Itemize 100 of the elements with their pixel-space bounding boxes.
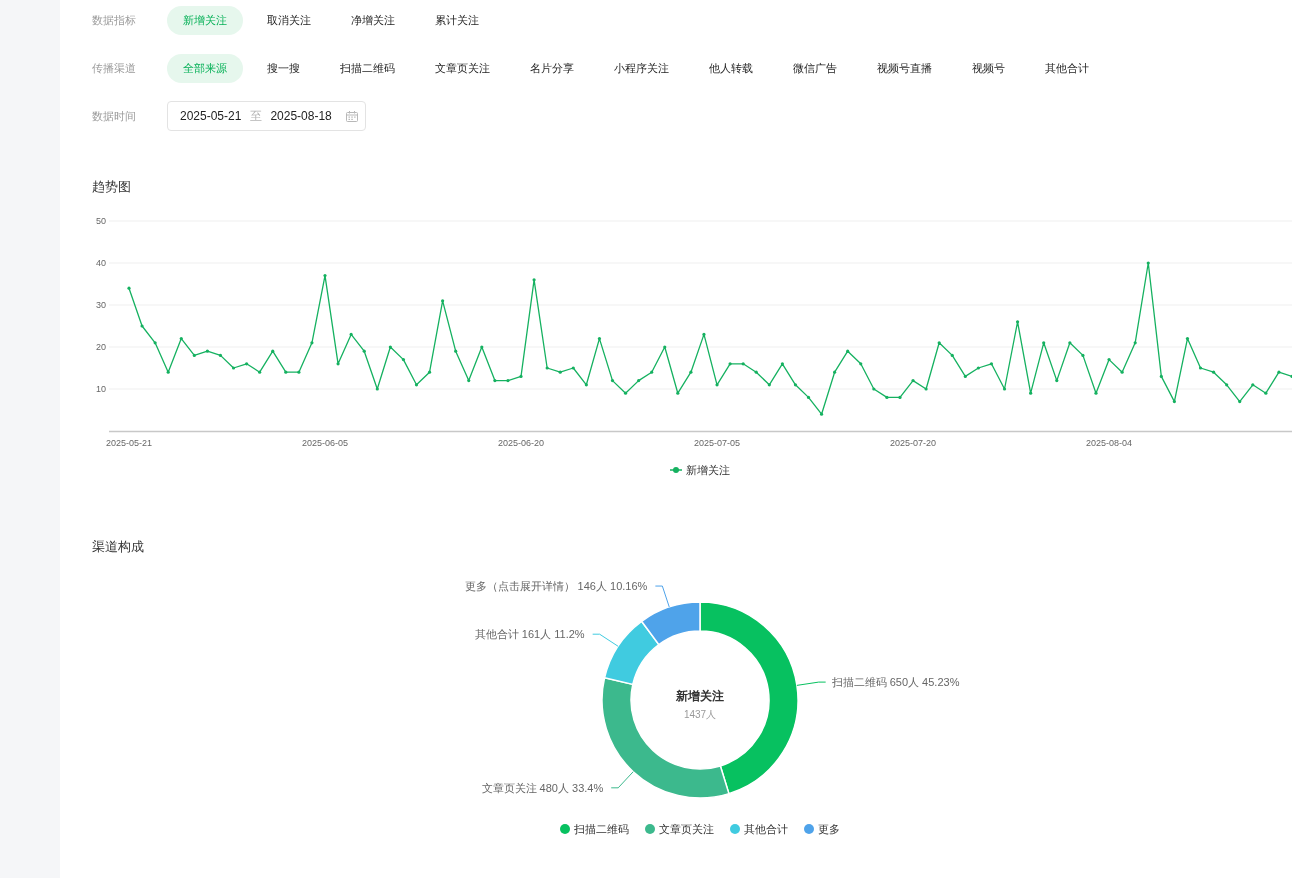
filter-chip[interactable]: 扫描二维码 [324,53,411,83]
data-point [388,345,392,349]
filter-chip[interactable]: 搜一搜 [251,53,316,83]
data-point [924,387,928,391]
end-date-field[interactable]: 2025-08-18 [270,109,332,123]
data-point [454,349,458,353]
date-range-picker[interactable]: 2025-05-21 至 2025-08-18 [167,101,366,131]
data-point [1120,370,1124,374]
data-point [963,374,967,378]
data-point [1172,400,1176,404]
data-point [1277,370,1281,374]
section-title: 趋势图 [92,178,131,196]
data-point [1055,379,1059,383]
donut-center-total: 1437人 [683,709,717,720]
filter-chip[interactable]: 其他合计 [1029,53,1105,83]
data-point [414,383,419,387]
data-point [192,353,196,357]
y-axis-label: 10 [96,384,106,394]
filter-label: 数据时间 [92,108,137,124]
data-point [584,383,588,387]
slice-label: 更多（点击展开详情） 146人 10.16% [464,580,648,593]
data-point [245,362,249,366]
filter-chip[interactable]: 他人转载 [693,53,769,83]
data-point [1251,383,1255,387]
data-point [650,370,654,374]
filter-chip[interactable]: 净增关注 [335,5,411,35]
data-point [349,332,353,336]
range-separator: 至 [250,107,263,125]
data-point [1133,341,1137,345]
data-point [1068,341,1072,345]
data-point [1264,391,1268,395]
donut-center-title: 新增关注 [676,689,724,703]
calendar-icon[interactable] [345,110,358,122]
leader-line [610,771,634,789]
x-axis-label: 2025-08-04 [1086,438,1133,448]
filter-label: 数据指标 [92,12,137,28]
filter-chip[interactable]: 小程序关注 [598,53,685,83]
data-point [205,349,209,353]
data-point [780,362,784,366]
data-point [480,345,484,349]
data-point [610,379,615,383]
y-axis-label: 20 [96,342,106,352]
data-point [728,362,732,366]
legend-label: 更多 [818,822,840,836]
data-point [127,286,131,290]
data-point [1225,383,1229,387]
slice-label: 其他合计 161人 11.2% [474,628,585,641]
data-point [231,366,236,370]
filter-chip[interactable]: 取消关注 [251,5,327,35]
filter-chip[interactable]: 文章页关注 [419,53,506,83]
data-point [571,366,575,370]
data-point [558,370,562,374]
filter-chip[interactable]: 视频号直播 [861,53,948,83]
legend-label: 其他合计 [744,822,788,836]
data-point [806,395,811,399]
data-point [441,299,445,303]
data-point [676,391,680,395]
data-point [885,395,889,399]
data-point [166,370,170,374]
filter-chip[interactable]: 微信广告 [777,53,853,83]
filter-chip[interactable]: 名片分享 [514,53,590,83]
data-point [1146,261,1150,265]
data-point [310,341,314,345]
data-point [872,387,876,391]
data-point [754,370,758,374]
legend-line-icon [670,466,682,474]
data-point [467,379,471,383]
filter-label: 传播渠道 [92,60,137,76]
data-point [271,349,275,353]
legend-label: 新增关注 [686,463,730,477]
x-axis-label: 2025-06-05 [302,438,349,448]
data-point [989,362,994,366]
data-point [532,278,536,282]
data-point [689,370,693,374]
legend-label: 文章页关注 [659,822,714,836]
data-point [1042,341,1046,345]
data-point [427,370,432,374]
filter-chip[interactable]: 视频号 [956,53,1021,83]
filter-chip[interactable]: 累计关注 [419,5,495,35]
data-point [898,395,902,399]
data-point [715,383,719,387]
data-point [637,379,641,383]
x-axis-label: 2025-07-05 [694,438,741,448]
data-point [793,383,798,387]
slice-label: 扫描二维码 650人 45.23% [831,676,960,689]
data-point [140,324,144,328]
section-title: 渠道构成 [92,538,144,556]
data-point [937,341,941,345]
y-axis-label: 30 [96,300,106,310]
data-point [1159,374,1163,378]
data-point [1002,387,1007,391]
y-axis-label: 40 [96,258,106,268]
data-point [284,370,288,374]
data-point [297,370,301,374]
start-date-field[interactable]: 2025-05-21 [180,109,242,123]
data-point [741,362,745,366]
data-point [218,353,223,357]
data-point [153,341,157,345]
data-point [819,412,824,416]
data-point [362,349,366,353]
